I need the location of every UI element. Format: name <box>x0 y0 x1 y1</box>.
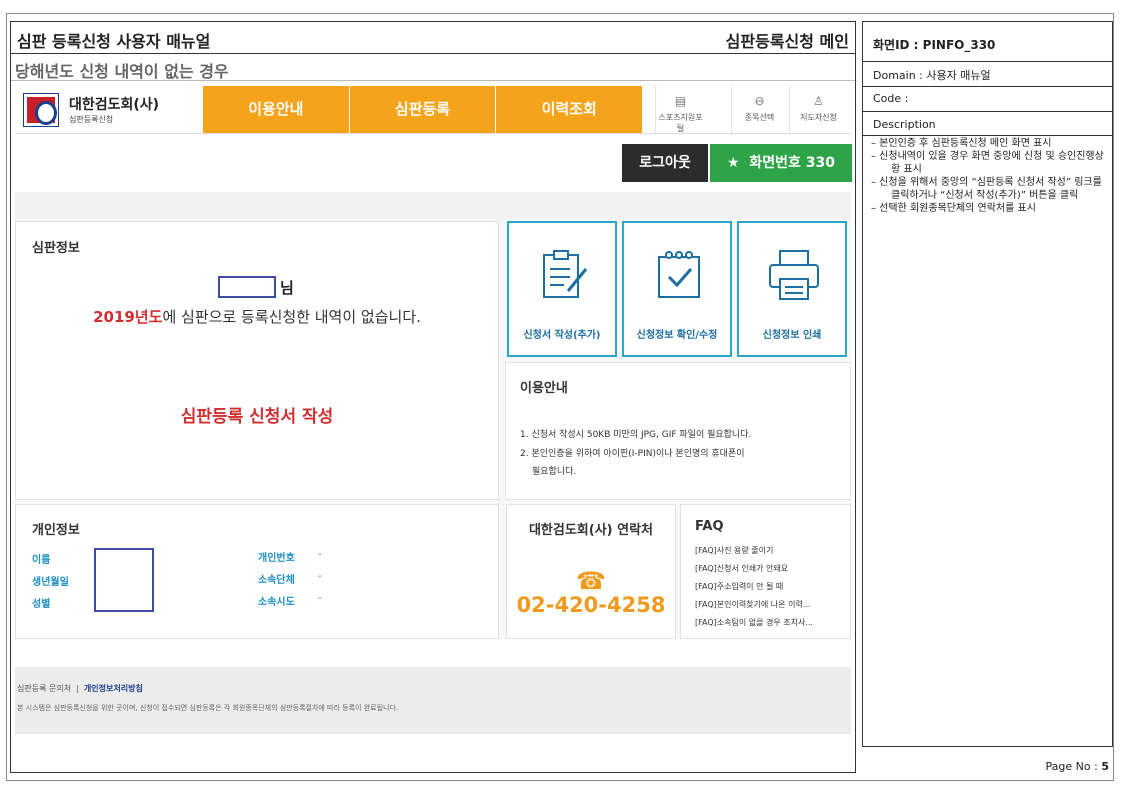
guide-card: 이용안내 1. 신청서 작성시 50KB 미만의 JPG, GIF 파일이 필요… <box>505 362 851 500</box>
nav-history[interactable]: 이력조회 <box>496 86 644 133</box>
main-nav: 이용안내 심판등록 이력조회 <box>203 86 644 133</box>
grey-band <box>15 192 851 219</box>
name-redacted-box <box>218 276 276 298</box>
faq-item[interactable]: [FAQ]소속팀이 없을 경우 조치사... <box>695 617 813 628</box>
photo-redacted-box <box>94 548 154 612</box>
util-label: 지도자신청 <box>800 113 837 122</box>
guide-title: 이용안내 <box>520 381 568 396</box>
judge-info-card: 심판정보 님 2019년도에 심판으로 등록신청한 내역이 없습니다. 심판등록… <box>15 221 499 500</box>
util-sports-portal[interactable]: ▤ 스포츠지원포털 <box>655 86 705 133</box>
label-gender: 성별 <box>32 599 51 610</box>
description-item: – 선택한 회원종목단체의 연락처를 표시 <box>871 203 1036 214</box>
util-label: 스포츠지원포털 <box>658 113 703 133</box>
nav-guide[interactable]: 이용안내 <box>203 86 350 133</box>
personal-info-card: 개인정보 이름 생년월일 성별 개인번호 소속단체 소속시도 - - - <box>15 504 499 639</box>
desc-label: Description <box>873 118 936 131</box>
domain-row: Domain : 사용자 매뉴얼 <box>863 62 1112 87</box>
footer-links: 심판등록 문의처 | 개인정보처리방침 <box>17 684 143 693</box>
check-edit-button[interactable]: 신청정보 확인/수정 <box>622 221 732 357</box>
circle-icon: ⊖ <box>754 94 765 108</box>
nav-register[interactable]: 심판등록 <box>349 86 497 133</box>
faq-card: FAQ [FAQ]사진 용량 줄이기 [FAQ]신청서 인쇄가 안돼요 [FAQ… <box>680 504 851 639</box>
value-org: - <box>318 571 322 582</box>
star-icon: ★ <box>727 155 740 171</box>
util-coach-apply[interactable]: ♙ 지도자신청 <box>789 86 847 133</box>
contact-phone-number[interactable]: 02-420-4258 <box>507 593 675 617</box>
code-text: Code : <box>873 92 909 105</box>
action-label: 신청정보 확인/수정 <box>636 330 718 341</box>
print-info-button[interactable]: 신청정보 인쇄 <box>737 221 847 357</box>
screen-id: 화면ID : PINFO_330 <box>873 38 996 52</box>
main-panel: 심판 등록신청 사용자 매뉴얼 심판등록신청 메인 당해년도 신청 내역이 없는… <box>10 21 856 773</box>
page-label: Page No : <box>1045 760 1102 773</box>
screen-name: 심판등록신청 메인 <box>725 32 849 51</box>
value-region: - <box>318 593 322 604</box>
guide-line-2: 2. 본인인증을 위하여 아이핀(I-PIN)이나 본인명의 휴대폰이 <box>520 449 745 459</box>
value-personal-no: - <box>318 549 322 560</box>
action-label: 신청서 작성(추가) <box>523 330 601 341</box>
logout-button[interactable]: 로그아웃 <box>622 144 708 182</box>
org-subtitle: 심판등록신청 <box>69 115 114 124</box>
faq-item[interactable]: [FAQ]주소입력이 안 될 때 <box>695 581 783 592</box>
case-title-bar: 당해년도 신청 내역이 없는 경우 <box>11 55 855 81</box>
label-personal-no: 개인번호 <box>258 553 295 564</box>
faq-item[interactable]: [FAQ]신청서 인쇄가 안돼요 <box>695 563 788 574</box>
label-name: 이름 <box>32 555 51 566</box>
year-highlight: 2019년도 <box>93 308 163 326</box>
doc-title-bar: 심판 등록신청 사용자 매뉴얼 심판등록신청 메인 <box>11 22 855 54</box>
printer-icon <box>769 250 819 300</box>
faq-title: FAQ <box>695 519 724 534</box>
desc-label-row: Description <box>863 112 1112 136</box>
manual-title: 심판 등록신청 사용자 매뉴얼 <box>17 32 211 51</box>
util-label: 종목선택 <box>744 113 775 122</box>
label-birth: 생년월일 <box>32 577 69 588</box>
case-title: 당해년도 신청 내역이 없는 경우 <box>15 62 229 81</box>
spec-panel: 화면ID : PINFO_330 Domain : 사용자 매뉴얼 Code :… <box>862 21 1113 747</box>
phone-icon: ☎ <box>576 567 606 595</box>
page-number: Page No : 5 <box>1046 760 1109 773</box>
contact-title: 대한검도회(사) 연락처 <box>528 523 654 538</box>
faq-item[interactable]: [FAQ]사진 용량 줄이기 <box>695 545 773 556</box>
action-label: 신청정보 인쇄 <box>762 330 822 341</box>
site-footer: 심판등록 문의처 | 개인정보처리방침 본 시스템은 심판등록신청을 위한 곳이… <box>15 667 851 734</box>
description-item: – 본인인증 후 심판등록신청 메인 화면 표시 <box>871 138 1052 149</box>
footer-notice: 본 시스템은 심판등록신청을 위한 곳이며, 신청이 접수되면 심판등록은 각 … <box>17 704 399 712</box>
personal-info-title: 개인정보 <box>32 523 80 538</box>
name-suffix: 님 <box>280 279 294 297</box>
guide-line-1: 1. 신청서 작성시 50KB 미만의 JPG, GIF 파일이 필요합니다. <box>520 430 752 440</box>
domain-text: Domain : 사용자 매뉴얼 <box>873 69 991 82</box>
label-region: 소속시도 <box>258 597 295 608</box>
screen-number-label: 화면번호 330 <box>749 155 835 171</box>
page-value: 5 <box>1101 760 1109 773</box>
no-history-text: 에 심판으로 등록신청한 내역이 없습니다. <box>162 308 421 326</box>
screen-number-button[interactable]: ★ 화면번호 330 <box>710 144 852 182</box>
write-application-link[interactable]: 심판등록 신청서 작성 <box>16 402 498 427</box>
org-name[interactable]: 대한검도회(사) <box>69 94 159 114</box>
privacy-policy-link[interactable]: 개인정보처리방침 <box>84 684 143 693</box>
judge-info-title: 심판정보 <box>32 241 80 256</box>
description-item: – 신청을 위해서 중앙의 “심판등록 신청서 작성” 링크를 클릭하거나 “신… <box>871 177 1102 201</box>
document-icon: ▤ <box>674 94 687 108</box>
label-org: 소속단체 <box>258 575 295 586</box>
guide-line-3: 필요합니다. <box>532 467 577 477</box>
description-list: – 본인인증 후 심판등록신청 메인 화면 표시 – 신청내역이 있을 경우 화… <box>871 137 1107 215</box>
write-application-button[interactable]: 신청서 작성(추가) <box>507 221 617 357</box>
site-header: 대한검도회(사) 심판등록신청 이용안내 심판등록 이력조회 ▤ 스포츠지원포털… <box>15 86 851 134</box>
contact-card: 대한검도회(사) 연락처 ☎ 02-420-4258 <box>506 504 676 639</box>
footer-contact-link[interactable]: 심판등록 문의처 <box>17 684 71 693</box>
checklist-icon <box>658 251 700 298</box>
faq-item[interactable]: [FAQ]본인이력찾기에 나온 이력... <box>695 599 810 610</box>
util-sport-select[interactable]: ⊖ 종목선택 <box>731 86 787 133</box>
no-history-message: 2019년도에 심판으로 등록신청한 내역이 없습니다. <box>16 306 498 327</box>
code-row: Code : <box>863 87 1112 112</box>
clipboard-icon <box>543 250 588 298</box>
person-icon: ♙ <box>813 94 824 108</box>
logo-icon[interactable] <box>23 93 59 127</box>
screen-id-row: 화면ID : PINFO_330 <box>863 22 1112 62</box>
description-item: – 신청내역이 있을 경우 화면 중앙에 신청 및 승인진행상황 표시 <box>871 151 1104 175</box>
